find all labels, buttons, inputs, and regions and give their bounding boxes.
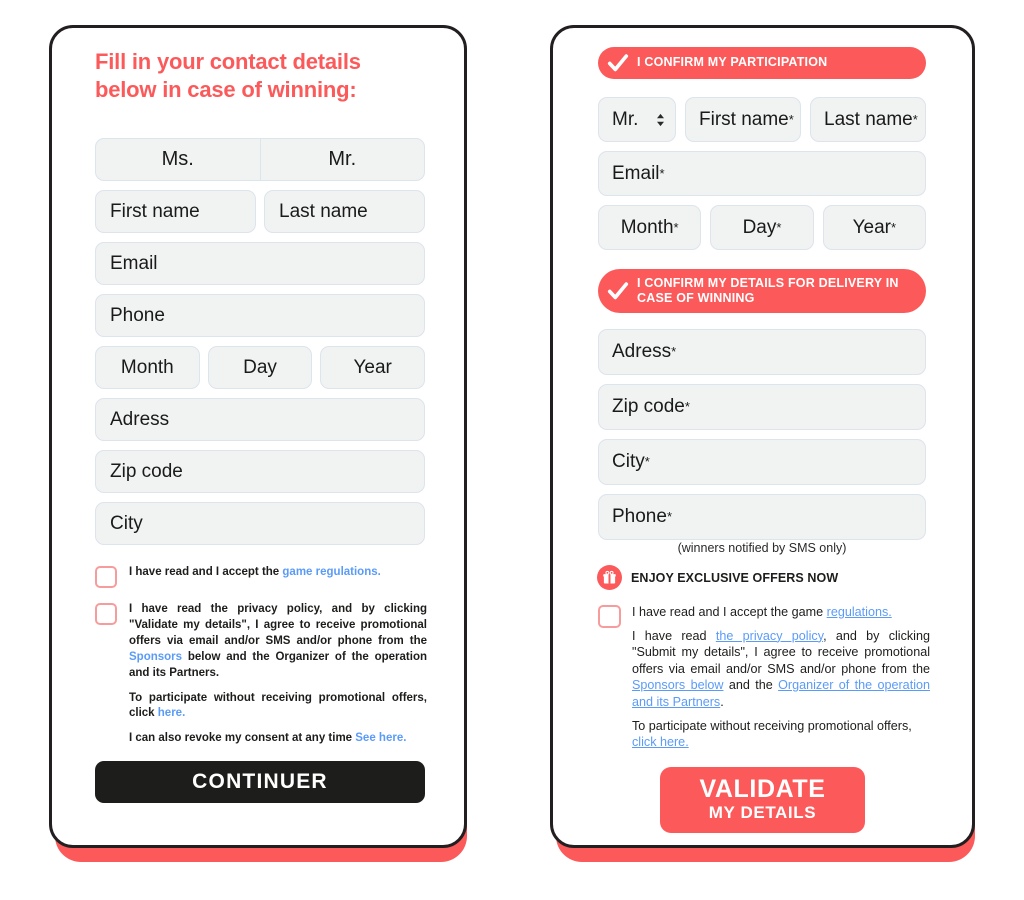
consent-row-regulations: I have read and I accept the game regula… bbox=[95, 565, 427, 589]
privacy-consent-part-a: I have read the privacy policy, and by c… bbox=[129, 603, 427, 648]
left-form-card: Fill in your contact details below in ca… bbox=[49, 25, 467, 862]
year-select[interactable]: Year bbox=[320, 346, 426, 390]
regulations-checkbox[interactable] bbox=[598, 605, 621, 628]
privacy-consent-text: I have read the privacy policy, and by c… bbox=[129, 602, 427, 747]
optout-click-here-link[interactable]: click here. bbox=[632, 735, 689, 749]
right-delivery-fields: Adress * Zip code * City * Phone * bbox=[598, 329, 926, 540]
privacy-policy-link[interactable]: the privacy policy bbox=[716, 629, 823, 643]
first-name-placeholder: First name bbox=[699, 108, 789, 130]
regulations-consent-prefix: I have read and I accept the bbox=[129, 566, 283, 579]
gift-icon bbox=[597, 565, 622, 590]
year-select[interactable]: Year * bbox=[822, 205, 926, 250]
phone-input[interactable]: Phone bbox=[95, 294, 425, 338]
check-icon bbox=[607, 54, 629, 72]
email-input[interactable]: Email bbox=[95, 242, 425, 286]
sponsors-link[interactable]: Sponsors bbox=[129, 651, 182, 663]
last-name-placeholder: Last name bbox=[824, 108, 913, 130]
consent-optout-line: To participate without receiving promoti… bbox=[632, 718, 930, 751]
right-card-body: I CONFIRM MY PARTICIPATION Mr. First nam… bbox=[550, 25, 975, 848]
left-consent-block: I have read and I accept the game regula… bbox=[95, 565, 427, 747]
consent-privacy-part-c: and the bbox=[723, 678, 779, 693]
continue-button[interactable]: CONTINUER bbox=[95, 761, 425, 804]
phone-input[interactable]: Phone * bbox=[598, 494, 926, 540]
consent-row-privacy: I have read the privacy policy, and by c… bbox=[95, 602, 427, 747]
optout-here-link[interactable]: here. bbox=[158, 707, 186, 719]
consent-optout-prefix: To participate without receiving promoti… bbox=[632, 718, 912, 733]
privacy-checkbox[interactable] bbox=[95, 603, 117, 626]
validate-button-line2: MY DETAILS bbox=[708, 803, 817, 823]
city-input[interactable]: City bbox=[95, 502, 425, 546]
birthdate-row: Month * Day * Year * bbox=[598, 205, 926, 250]
salutation-select-value: Mr. bbox=[612, 108, 639, 130]
address-placeholder: Adress bbox=[612, 341, 672, 362]
name-row: First name Last name bbox=[95, 190, 425, 234]
regulations-consent-text: I have read and I accept the game regula… bbox=[129, 565, 381, 581]
validate-button[interactable]: VALIDATE MY DETAILS bbox=[660, 766, 865, 834]
first-name-input[interactable]: First name * bbox=[685, 97, 801, 142]
right-consent-block: I have read and I accept the game regula… bbox=[598, 604, 930, 751]
email-input[interactable]: Email * bbox=[598, 151, 926, 196]
salutation-option-mr[interactable]: Mr. bbox=[259, 139, 425, 181]
identity-row: Mr. First name * Last name * bbox=[598, 97, 926, 142]
salutation-option-ms[interactable]: Ms. bbox=[96, 139, 260, 180]
year-placeholder: Year bbox=[852, 216, 891, 238]
address-input[interactable]: Adress bbox=[95, 398, 425, 442]
left-fields-group: Ms. Mr. First name Last name Email Phone… bbox=[95, 138, 426, 546]
regulations-link[interactable]: regulations. bbox=[827, 605, 892, 619]
page-root: Fill in your contact details below in ca… bbox=[0, 0, 1024, 900]
banner-delivery-label: I CONFIRM MY DETAILS FOR DELIVERY IN CAS… bbox=[637, 275, 899, 305]
consent-regulations-line: I have read and I accept the game regula… bbox=[632, 604, 930, 621]
day-select[interactable]: Day bbox=[207, 346, 313, 390]
salutation-toggle[interactable]: Ms. Mr. bbox=[95, 138, 425, 182]
consent-privacy-part-a: I have read bbox=[632, 628, 716, 643]
banner-participation-label: I CONFIRM MY PARTICIPATION bbox=[637, 55, 828, 70]
email-placeholder: Email bbox=[612, 162, 660, 184]
consent-regulations-prefix: I have read and I accept the game bbox=[632, 605, 827, 619]
month-placeholder: Month bbox=[620, 216, 674, 238]
sms-note: (winners notified by SMS only) bbox=[677, 541, 847, 555]
last-name-input[interactable]: Last name bbox=[264, 190, 425, 234]
right-form-card: I CONFIRM MY PARTICIPATION Mr. First nam… bbox=[550, 25, 975, 862]
consent-privacy-line: I have read the privacy policy, and by c… bbox=[632, 628, 930, 711]
revoke-text-prefix: I can also revoke my consent at any time bbox=[129, 732, 356, 745]
month-select[interactable]: Month * bbox=[598, 205, 702, 250]
right-consent-text: I have read and I accept the game regula… bbox=[632, 604, 930, 751]
zip-code-placeholder: Zip code bbox=[612, 396, 685, 417]
check-icon bbox=[607, 282, 629, 300]
game-regulations-link[interactable]: game regulations. bbox=[282, 566, 380, 578]
banner-confirm-participation: I CONFIRM MY PARTICIPATION bbox=[598, 47, 926, 79]
phone-placeholder: Phone bbox=[612, 506, 667, 527]
revoke-see-here-link[interactable]: See here. bbox=[355, 732, 406, 744]
sponsors-below-link[interactable]: Sponsors below bbox=[632, 678, 723, 692]
regulations-checkbox[interactable] bbox=[95, 566, 117, 589]
first-name-input[interactable]: First name bbox=[95, 190, 256, 234]
exclusive-offers-row: ENJOY EXCLUSIVE OFFERS NOW bbox=[597, 565, 932, 590]
right-identity-fields: Mr. First name * Last name * Email * Mon… bbox=[598, 97, 926, 250]
zip-code-input[interactable]: Zip code * bbox=[598, 384, 926, 430]
select-caret-icon bbox=[657, 113, 664, 126]
month-select[interactable]: Month bbox=[95, 346, 200, 390]
validate-button-line1: VALIDATE bbox=[699, 774, 826, 803]
zip-code-input[interactable]: Zip code bbox=[95, 450, 425, 494]
day-placeholder: Day bbox=[742, 216, 777, 238]
address-input[interactable]: Adress * bbox=[598, 329, 926, 375]
left-card-body: Fill in your contact details below in ca… bbox=[49, 25, 467, 848]
salutation-select[interactable]: Mr. bbox=[598, 97, 676, 142]
page-title: Fill in your contact details below in ca… bbox=[95, 49, 361, 103]
city-input[interactable]: City * bbox=[598, 439, 926, 485]
birthdate-row: Month Day Year bbox=[95, 346, 426, 390]
banner-confirm-delivery: I CONFIRM MY DETAILS FOR DELIVERY IN CAS… bbox=[598, 269, 926, 313]
consent-privacy-part-d: . bbox=[720, 695, 724, 710]
city-placeholder: City bbox=[612, 451, 645, 472]
day-select[interactable]: Day * bbox=[710, 205, 814, 250]
exclusive-offers-label: ENJOY EXCLUSIVE OFFERS NOW bbox=[631, 570, 839, 585]
last-name-input[interactable]: Last name * bbox=[810, 97, 926, 142]
